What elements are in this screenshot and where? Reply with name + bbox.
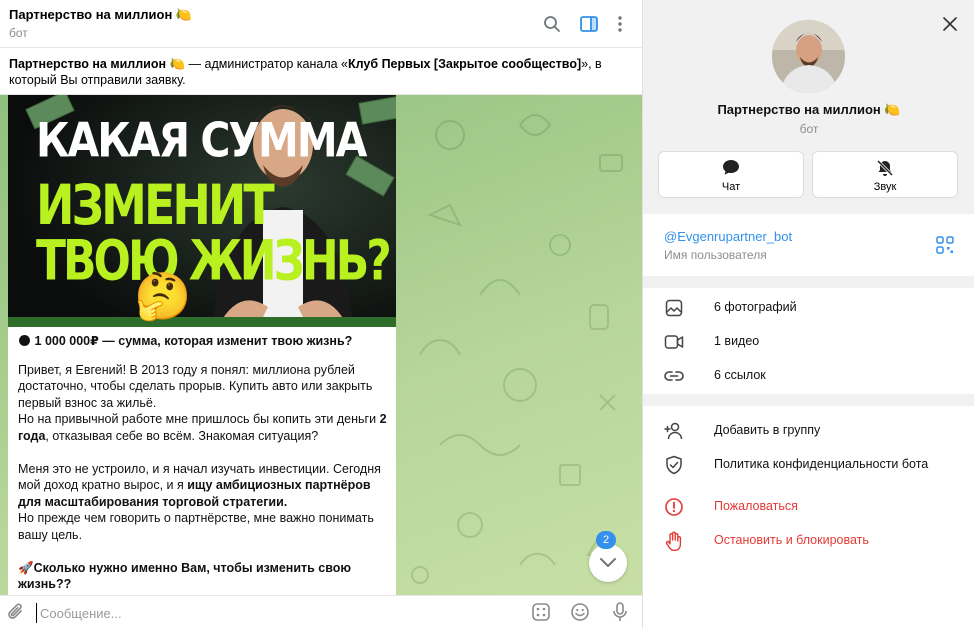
chat-button[interactable]: Чат <box>658 151 804 198</box>
thinking-emoji: 🤔 <box>134 270 192 322</box>
moon-icon: 🌑 <box>18 334 32 348</box>
chat-wallpaper: КАКАЯ СУММА ИЗМЕНИТ ТВОЮ ЖИЗНЬ? 🤔 🌑 1 00… <box>0 95 642 595</box>
profile-header: Партнерство на миллион 🍋 бот Чат Звук <box>643 0 974 212</box>
more-menu-icon[interactable] <box>609 13 631 35</box>
add-to-group-label: Добавить в группу <box>714 423 821 437</box>
rocket-icon: 🚀 <box>18 560 34 575</box>
close-panel-button[interactable] <box>939 13 961 35</box>
actions-section: Добавить в группу Политика конфиденциаль… <box>643 406 974 628</box>
attach-icon[interactable] <box>5 601 27 623</box>
scroll-down-button[interactable] <box>589 544 627 582</box>
bot-info-panel: Партнерство на миллион 🍋 бот Чат Звук @E… <box>642 0 974 628</box>
video-icon <box>664 335 684 349</box>
privacy-policy-row[interactable]: Политика конфиденциальности бота <box>643 448 974 480</box>
chat-header[interactable]: Партнерство на миллион 🍋 бот <box>0 0 642 48</box>
emoji-icon[interactable] <box>569 601 591 623</box>
report-label: Пожаловаться <box>714 499 798 513</box>
shared-links-row[interactable]: 6 ссылок <box>643 359 974 391</box>
bot-intro-notice: Партнерство на миллион 🍋 — администратор… <box>0 48 642 95</box>
add-to-group-row[interactable]: Добавить в группу <box>643 414 974 446</box>
message-composer <box>0 595 642 628</box>
media-section: 6 фотографий 1 видео 6 ссылок <box>643 288 974 394</box>
shared-photos-row[interactable]: 6 фотографий <box>643 291 974 323</box>
message-paragraph: Привет, я Евгений! В 2013 году я понял: … <box>18 362 373 410</box>
bot-commands-icon[interactable] <box>530 601 552 623</box>
promo-headline-3: ТВОЮ ЖИЗНЬ? <box>36 229 392 294</box>
message-heading: 🌑 1 000 000₽ — сумма, которая изменит тв… <box>18 334 353 348</box>
message-bubble[interactable]: КАКАЯ СУММА ИЗМЕНИТ ТВОЮ ЖИЗНЬ? 🤔 🌑 1 00… <box>8 95 396 595</box>
link-icon <box>664 371 684 381</box>
username-label: Имя пользователя <box>664 248 767 262</box>
search-icon[interactable] <box>541 13 563 35</box>
bell-muted-icon <box>876 159 894 177</box>
sound-button[interactable]: Звук <box>812 151 958 198</box>
message-paragraph: Но прежде чем говорить о партнёрстве, мн… <box>18 511 374 542</box>
avatar[interactable] <box>772 20 845 93</box>
qr-code-icon[interactable] <box>936 236 954 254</box>
shield-check-icon <box>666 455 682 475</box>
privacy-policy-label: Политика конфиденциальности бота <box>714 457 929 471</box>
message-text: 🌑 1 000 000₽ — сумма, которая изменит тв… <box>18 333 388 593</box>
username-link[interactable]: @Evgenrupartner_bot <box>664 229 792 244</box>
shared-videos-label: 1 видео <box>714 334 760 348</box>
bot-name: Партнерство на миллион 🍋 <box>9 57 186 71</box>
message-paragraph: Но на привычной работе мне пришлось бы к… <box>18 412 387 443</box>
message-input[interactable] <box>36 603 516 623</box>
username-section: @Evgenrupartner_bot Имя пользователя <box>643 214 974 276</box>
microphone-icon[interactable] <box>609 601 631 623</box>
promo-image[interactable]: КАКАЯ СУММА ИЗМЕНИТ ТВОЮ ЖИЗНЬ? 🤔 <box>8 95 396 327</box>
message-question: 🚀Сколько нужно именно Вам, чтобы изменит… <box>18 560 352 592</box>
profile-name: Партнерство на миллион 🍋 <box>717 102 901 117</box>
chat-button-label: Чат <box>721 181 741 193</box>
chat-subtitle: бот <box>9 26 28 40</box>
promo-headline-1: КАКАЯ СУММА <box>36 113 367 169</box>
sidebar-toggle-icon[interactable] <box>578 13 600 35</box>
chevron-down-icon <box>600 558 616 567</box>
report-row[interactable]: Пожаловаться <box>643 490 974 522</box>
profile-subtitle: бот <box>799 122 819 136</box>
report-icon <box>665 498 683 516</box>
photo-icon <box>665 299 683 317</box>
add-user-icon <box>664 422 683 440</box>
sound-button-label: Звук <box>873 181 897 193</box>
shared-videos-row[interactable]: 1 видео <box>643 325 974 357</box>
chat-bubble-icon <box>723 160 739 175</box>
shared-photos-label: 6 фотографий <box>714 300 797 314</box>
stop-and-block-row[interactable]: Остановить и блокировать <box>643 524 974 556</box>
unread-count-badge[interactable]: 2 <box>596 531 616 549</box>
message-paragraph: Меня это не устроило, и я начал изучать … <box>18 461 381 509</box>
stop-hand-icon <box>665 531 682 551</box>
notice-text: — администратор канала « <box>185 57 349 71</box>
stop-and-block-label: Остановить и блокировать <box>714 533 869 547</box>
chat-pane: Партнерство на миллион 🍋 бот Партнерство… <box>0 0 642 628</box>
close-icon <box>943 17 957 31</box>
chat-title[interactable]: Партнерство на миллион 🍋 <box>9 7 192 23</box>
shared-links-label: 6 ссылок <box>714 368 766 382</box>
channel-name[interactable]: Клуб Первых [Закрытое сообщество] <box>348 57 581 71</box>
